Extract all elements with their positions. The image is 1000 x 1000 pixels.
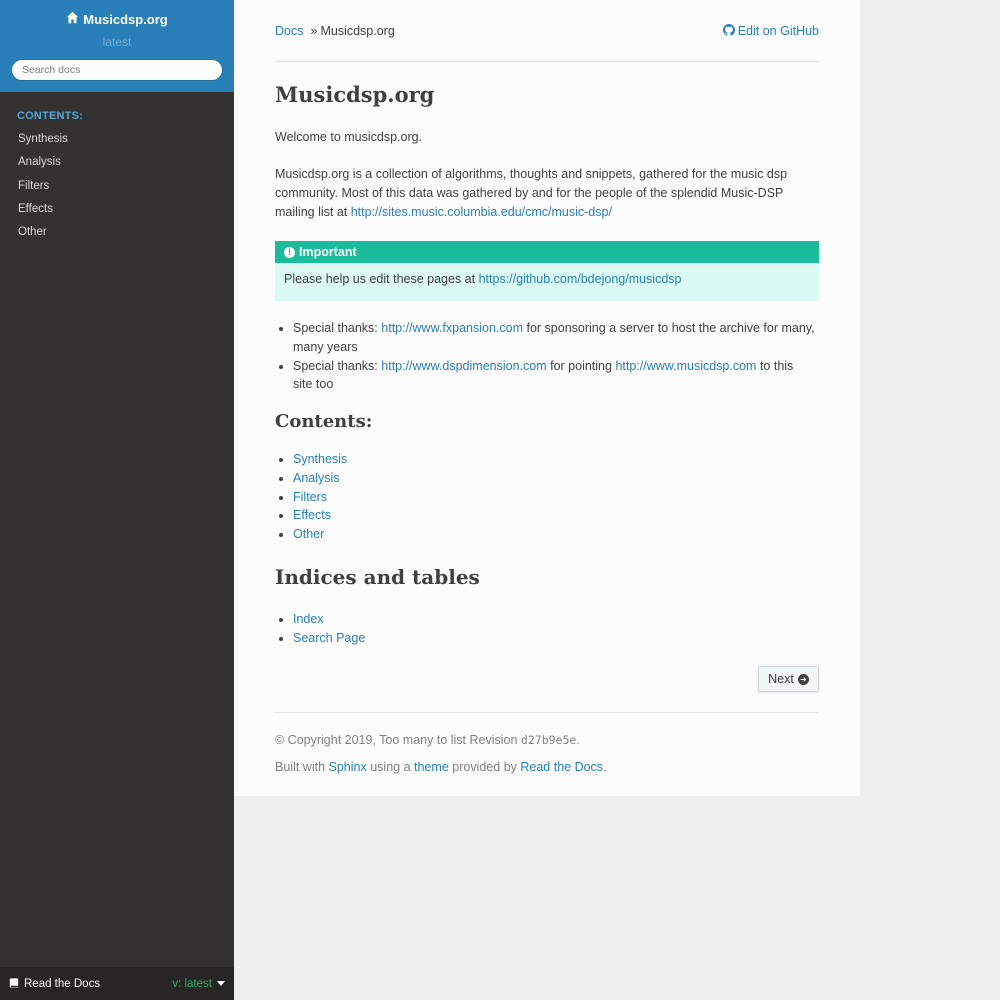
using-a-text: using a — [370, 760, 411, 774]
indices-list: Index Search Page — [275, 610, 819, 648]
github-repo-link[interactable]: https://github.com/bdejong/musicdsp — [479, 272, 682, 286]
contents-link-analysis[interactable]: Analysis — [293, 471, 340, 485]
thanks-suffix: to this — [759, 358, 794, 373]
github-icon — [722, 23, 735, 39]
next-button-label: Next — [768, 672, 794, 686]
provided-by-text: provided by — [452, 760, 517, 774]
list-item: Effects — [293, 506, 819, 525]
rtd-label-group: Read the Docs — [9, 977, 100, 991]
list-item: Search Page — [293, 629, 819, 648]
breadcrumb-separator: » — [310, 24, 318, 38]
book-icon — [9, 977, 20, 991]
list-item: Synthesis — [293, 450, 819, 469]
thanks-middle: for pointing — [550, 358, 612, 373]
sidebar-caption: CONTENTS: — [17, 110, 83, 122]
thanks-suffix: for sponsoring a server to host the arch… — [526, 321, 815, 335]
copyright-period: . — [576, 733, 580, 747]
sidebar-item-other[interactable]: Other — [0, 221, 234, 244]
contents-link-synthesis[interactable]: Synthesis — [293, 452, 347, 466]
built-with-text: Built with — [275, 760, 326, 774]
page-title: Musicdsp.org — [275, 82, 435, 107]
intro-line-2: community. Most of this data was gathere… — [275, 186, 784, 200]
admonition-title-text: Important — [299, 245, 357, 259]
sidebar-nav: Synthesis Analysis Filters Effects Other — [0, 128, 234, 244]
contents-heading: Contents: — [275, 411, 373, 432]
rtd-version-bar[interactable]: Read the Docs v: latest — [0, 967, 234, 1000]
sidebar-item-effects[interactable]: Effects — [0, 198, 234, 221]
footer-divider — [275, 712, 819, 713]
dspdimension-link[interactable]: http://www.dspdimension.com — [381, 359, 546, 373]
sidebar-item-filters[interactable]: Filters — [0, 175, 234, 198]
intro-mailing-text: mailing list at — [275, 205, 348, 219]
exclamation-circle-icon: ! — [284, 246, 295, 258]
divider — [275, 61, 819, 62]
main-content: Docs» Musicdsp.org Edit on GitHub Musicds… — [234, 0, 860, 796]
theme-link[interactable]: theme — [414, 760, 449, 774]
intro-line-3: mailing list at http://sites.music.colum… — [275, 203, 819, 222]
breadcrumb: Docs » Musicdsp.org Edit on GitHub — [275, 22, 819, 40]
breadcrumb-current: Musicdsp.org — [320, 24, 395, 38]
thanks-prefix: Special thanks: — [293, 358, 378, 373]
list-item: Filters — [293, 488, 819, 507]
intro-paragraph: Musicdsp.org is a collection of algorith… — [275, 165, 819, 222]
version-label: latest — [102, 35, 132, 49]
copyright-text: © Copyright 2019, Too many to list Revis… — [275, 733, 518, 747]
edit-on-github-label: Edit on GitHub — [737, 24, 819, 38]
contents-link-effects[interactable]: Effects — [293, 508, 331, 522]
list-item: Special thanks: http://www.fxpansion.com… — [293, 319, 819, 357]
list-item: Other — [293, 525, 819, 544]
mailing-list-link[interactable]: http://sites.music.columbia.edu/cmc/musi… — [351, 205, 612, 219]
edit-on-github-link[interactable]: Edit on GitHub — [722, 23, 819, 39]
thanks-line2: many years — [293, 339, 358, 354]
search-input[interactable] — [11, 59, 223, 81]
sidebar-item-synthesis[interactable]: Synthesis — [0, 128, 234, 151]
musicdsp-link[interactable]: http://www.musicdsp.com — [615, 359, 756, 373]
list-item: Special thanks: http://www.dspdimension.… — [293, 357, 819, 395]
rtd-label: Read the Docs — [24, 977, 101, 990]
copyright-line: © Copyright 2019, Too many to list Revis… — [275, 733, 835, 747]
index-link[interactable]: Index — [293, 612, 324, 626]
thanks-line2: site too — [293, 377, 334, 392]
footer-period: . — [603, 760, 607, 774]
intro-line-1: Musicdsp.org is a collection of algorith… — [275, 167, 788, 181]
list-item: Analysis — [293, 469, 819, 488]
next-button[interactable]: Next ➜ — [758, 666, 819, 692]
sidebar: Musicdsp.org latest CONTENTS: Synthesis … — [0, 0, 234, 1000]
admonition-text: Please help us edit these pages at — [284, 272, 476, 286]
built-with-line: Built with Sphinx using a theme provided… — [275, 760, 835, 774]
sphinx-link[interactable]: Sphinx — [329, 760, 367, 774]
list-item: Index — [293, 610, 819, 629]
breadcrumb-trail: Docs » Musicdsp.org — [275, 24, 395, 38]
arrow-circle-right-icon: ➜ — [797, 673, 809, 685]
read-the-docs-link[interactable]: Read the Docs — [520, 760, 603, 774]
welcome-text: Welcome to musicdsp.org. — [275, 130, 423, 144]
admonition-body: Please help us edit these pages at https… — [275, 272, 819, 286]
sidebar-header: Musicdsp.org latest — [0, 0, 234, 92]
version-selector-label: v: latest — [172, 977, 212, 990]
project-name: Musicdsp.org — [83, 11, 168, 27]
breadcrumb-docs-link[interactable]: Docs — [275, 24, 303, 38]
project-home-link[interactable]: Musicdsp.org — [66, 11, 168, 27]
fxpansion-link[interactable]: http://www.fxpansion.com — [381, 321, 523, 335]
contents-link-other[interactable]: Other — [293, 527, 324, 541]
admonition-title: ! Important — [275, 241, 819, 263]
important-admonition: ! Important Please help us edit these pa… — [275, 241, 819, 301]
home-icon — [66, 11, 79, 27]
sidebar-item-analysis[interactable]: Analysis — [0, 151, 234, 174]
thanks-list: Special thanks: http://www.fxpansion.com… — [275, 319, 819, 394]
version-selector[interactable]: v: latest — [172, 978, 225, 990]
caret-down-icon — [217, 981, 225, 986]
thanks-prefix: Special thanks: — [293, 321, 378, 335]
search-page-link[interactable]: Search Page — [293, 631, 365, 645]
indices-heading: Indices and tables — [275, 565, 480, 589]
revision-hash: d27b9e5e — [520, 733, 577, 747]
contents-list: Synthesis Analysis Filters Effects Other — [275, 450, 819, 544]
contents-link-filters[interactable]: Filters — [293, 490, 327, 504]
